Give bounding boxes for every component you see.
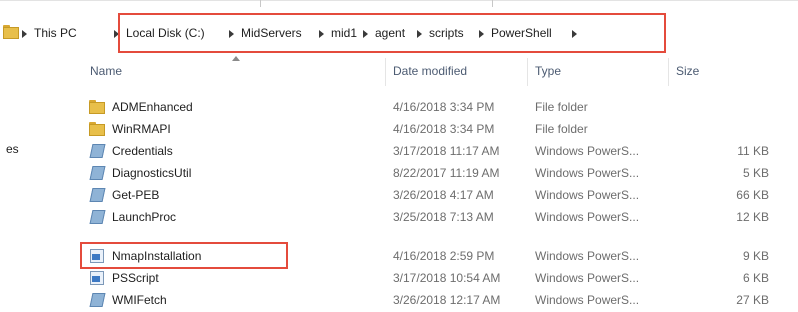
file-row-launchproc[interactable]: LaunchProc 3/25/2018 7:13 AM Windows Pow… [76, 206, 796, 228]
toolbar-divider [260, 0, 261, 7]
file-date: 4/16/2018 3:34 PM [393, 122, 495, 136]
powershell-file-icon [89, 293, 106, 307]
file-row-admenhanced[interactable]: ADMEnhanced 4/16/2018 3:34 PM File folde… [76, 96, 796, 118]
file-size: 6 KB [742, 271, 769, 285]
file-name: LaunchProc [112, 210, 177, 224]
file-type: Windows PowerS... [535, 293, 640, 307]
file-date: 8/22/2017 11:19 AM [393, 166, 500, 180]
file-date: 4/16/2018 2:59 PM [393, 249, 495, 263]
file-row-wmifetch[interactable]: WMIFetch 3/26/2018 12:17 AM Windows Powe… [76, 289, 796, 311]
file-type: File folder [535, 122, 588, 136]
file-name: WinRMAPI [112, 122, 171, 136]
file-name: WMIFetch [112, 293, 167, 307]
file-row-get-peb[interactable]: Get-PEB 3/26/2018 4:17 AM Windows PowerS… [76, 184, 796, 206]
column-divider[interactable] [385, 58, 386, 86]
file-size: 27 KB [736, 293, 769, 307]
file-type: Windows PowerS... [535, 144, 640, 158]
file-name: PSScript [112, 271, 159, 285]
file-name: DiagnosticsUtil [112, 166, 192, 180]
toolbar-divider [492, 0, 493, 7]
file-date: 3/26/2018 4:17 AM [393, 188, 494, 202]
folder-icon [3, 25, 19, 39]
powershell-file-icon [89, 144, 106, 158]
file-type: Windows PowerS... [535, 188, 640, 202]
file-type: File folder [535, 100, 588, 114]
powershell-script-icon [89, 271, 105, 285]
file-row-winrmapi[interactable]: WinRMAPI 4/16/2018 3:34 PM File folder [76, 118, 796, 140]
column-divider[interactable] [668, 58, 669, 86]
file-name: Credentials [112, 144, 173, 158]
column-header-date[interactable]: Date modified [393, 64, 467, 78]
powershell-file-icon [89, 188, 106, 202]
folder-icon [89, 100, 105, 114]
file-name: ADMEnhanced [112, 100, 193, 114]
file-date: 3/25/2018 7:13 AM [393, 210, 494, 224]
file-type: Windows PowerS... [535, 166, 640, 180]
file-date: 3/17/2018 10:54 AM [393, 271, 501, 285]
powershell-file-icon [89, 166, 106, 180]
breadcrumb-this-pc[interactable]: This PC [34, 26, 77, 40]
chevron-right-icon [22, 30, 27, 38]
file-type: Windows PowerS... [535, 210, 640, 224]
nav-pane-item[interactable]: es [6, 142, 19, 156]
file-row-psscript[interactable]: PSScript 3/17/2018 10:54 AM Windows Powe… [76, 267, 796, 289]
file-size: 5 KB [742, 166, 769, 180]
window-top-border [0, 0, 798, 1]
column-header-name[interactable]: Name [90, 64, 122, 78]
column-header-size[interactable]: Size [676, 64, 699, 78]
column-header-type[interactable]: Type [535, 64, 561, 78]
file-type: Windows PowerS... [535, 249, 640, 263]
address-highlight-box [118, 13, 666, 53]
file-date: 3/17/2018 11:17 AM [393, 144, 500, 158]
file-row-diagnosticsutil[interactable]: DiagnosticsUtil 8/22/2017 11:19 AM Windo… [76, 162, 796, 184]
file-type: Windows PowerS... [535, 271, 640, 285]
file-name: Get-PEB [112, 188, 160, 202]
sort-ascending-icon [232, 56, 240, 61]
row-highlight-box [80, 242, 288, 269]
file-date: 3/26/2018 12:17 AM [393, 293, 501, 307]
file-size: 12 KB [736, 210, 769, 224]
powershell-file-icon [89, 210, 106, 224]
column-divider[interactable] [527, 58, 528, 86]
file-size: 11 KB [737, 144, 769, 158]
file-size: 9 KB [742, 249, 769, 263]
file-row-credentials[interactable]: Credentials 3/17/2018 11:17 AM Windows P… [76, 140, 796, 162]
folder-icon [89, 122, 105, 136]
file-size: 66 KB [736, 188, 769, 202]
file-date: 4/16/2018 3:34 PM [393, 100, 495, 114]
